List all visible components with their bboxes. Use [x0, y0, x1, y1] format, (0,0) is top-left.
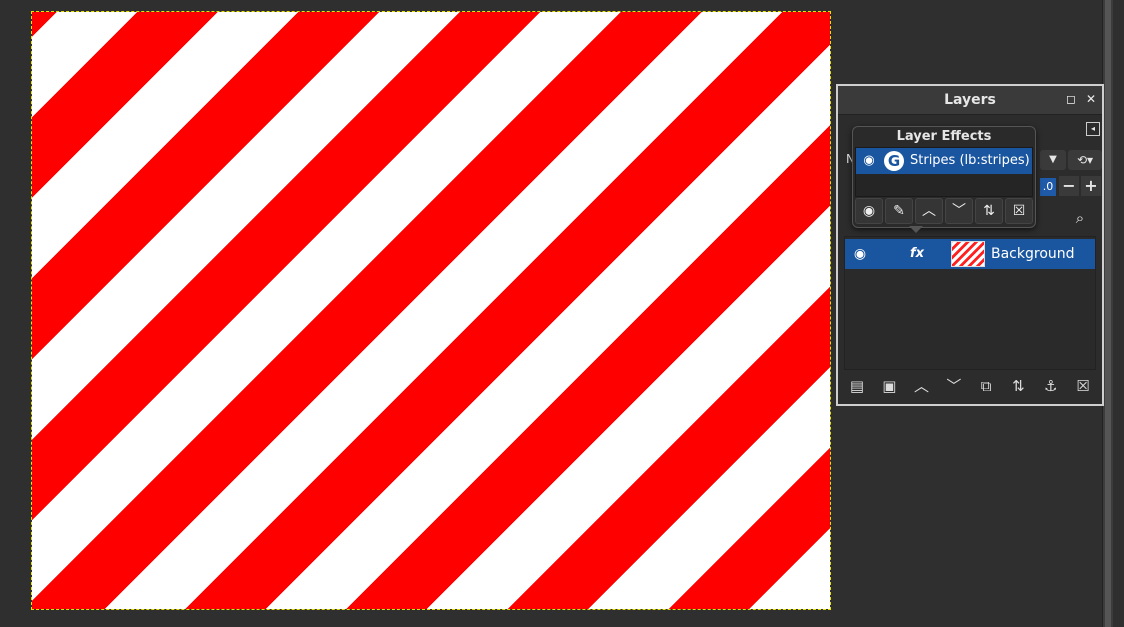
eye-icon[interactable]: ◉ — [860, 152, 878, 170]
detach-icon[interactable]: ◻ — [1064, 92, 1078, 106]
new-layer-button[interactable]: ▤ — [844, 374, 870, 398]
merge-layer-button[interactable]: ⇅ — [1005, 374, 1031, 398]
toggle-visibility-button[interactable]: ◉ — [855, 198, 883, 224]
lower-effect-button[interactable]: ﹀ — [945, 198, 973, 224]
new-layer-group-button[interactable]: ▣ — [876, 374, 902, 398]
raise-layer-button[interactable]: ︿ — [909, 374, 935, 398]
delete-effect-button[interactable]: ☒ — [1005, 198, 1033, 224]
scrollbar-thumb[interactable] — [1105, 0, 1111, 627]
close-icon[interactable]: ✕ — [1084, 92, 1098, 106]
delete-layer-button[interactable]: ☒ — [1070, 374, 1096, 398]
opacity-decrease-button[interactable]: − — [1059, 176, 1079, 196]
raise-effect-button[interactable]: ︿ — [915, 198, 943, 224]
layer-row[interactable]: ◉ fx Background — [845, 239, 1095, 269]
edit-effect-button[interactable]: ✎ — [885, 198, 913, 224]
opacity-increase-button[interactable]: + — [1081, 176, 1101, 196]
layer-name[interactable]: Background — [991, 239, 1075, 269]
fx-icon[interactable]: fx — [907, 245, 927, 263]
effect-name[interactable]: Stripes (lb:stripes) — [910, 148, 1030, 174]
layer-effects-popover: Layer Effects ◉ G Stripes (lb:stripes) ◉… — [852, 126, 1036, 233]
opacity-field[interactable]: .0 — [1040, 178, 1056, 196]
search-icon[interactable]: ⌕ — [1070, 208, 1090, 228]
dock-title: Layers ◻ ✕ — [838, 86, 1102, 115]
dock-title-label: Layers — [944, 92, 996, 108]
merge-effects-button[interactable]: ⇅ — [975, 198, 1003, 224]
eye-icon[interactable]: ◉ — [851, 245, 869, 263]
mode-dropdown[interactable]: ▼ — [1040, 150, 1066, 170]
popover-arrow — [909, 226, 923, 233]
layer-list[interactable]: ◉ fx Background — [844, 236, 1096, 370]
layer-thumbnail — [951, 241, 985, 267]
lower-layer-button[interactable]: ﹀ — [941, 374, 967, 398]
blend-space-dropdown[interactable]: ⟲▾ — [1068, 150, 1102, 170]
gegl-icon: G — [884, 151, 904, 171]
effects-toolbar: ◉ ✎ ︿ ﹀ ⇅ ☒ — [855, 198, 1033, 224]
effects-list[interactable]: ◉ G Stripes (lb:stripes) — [855, 147, 1033, 197]
anchor-layer-button[interactable]: ⚓ — [1038, 374, 1064, 398]
tab-menu-icon[interactable]: ◂ — [1086, 122, 1100, 136]
image-canvas[interactable] — [31, 11, 831, 610]
duplicate-layer-button[interactable]: ⧉ — [973, 374, 999, 398]
layer-effects-title: Layer Effects — [896, 129, 992, 144]
dock-footer: ▤ ▣ ︿ ﹀ ⧉ ⇅ ⚓ ☒ — [844, 372, 1096, 400]
effect-item[interactable]: ◉ G Stripes (lb:stripes) — [856, 148, 1032, 174]
